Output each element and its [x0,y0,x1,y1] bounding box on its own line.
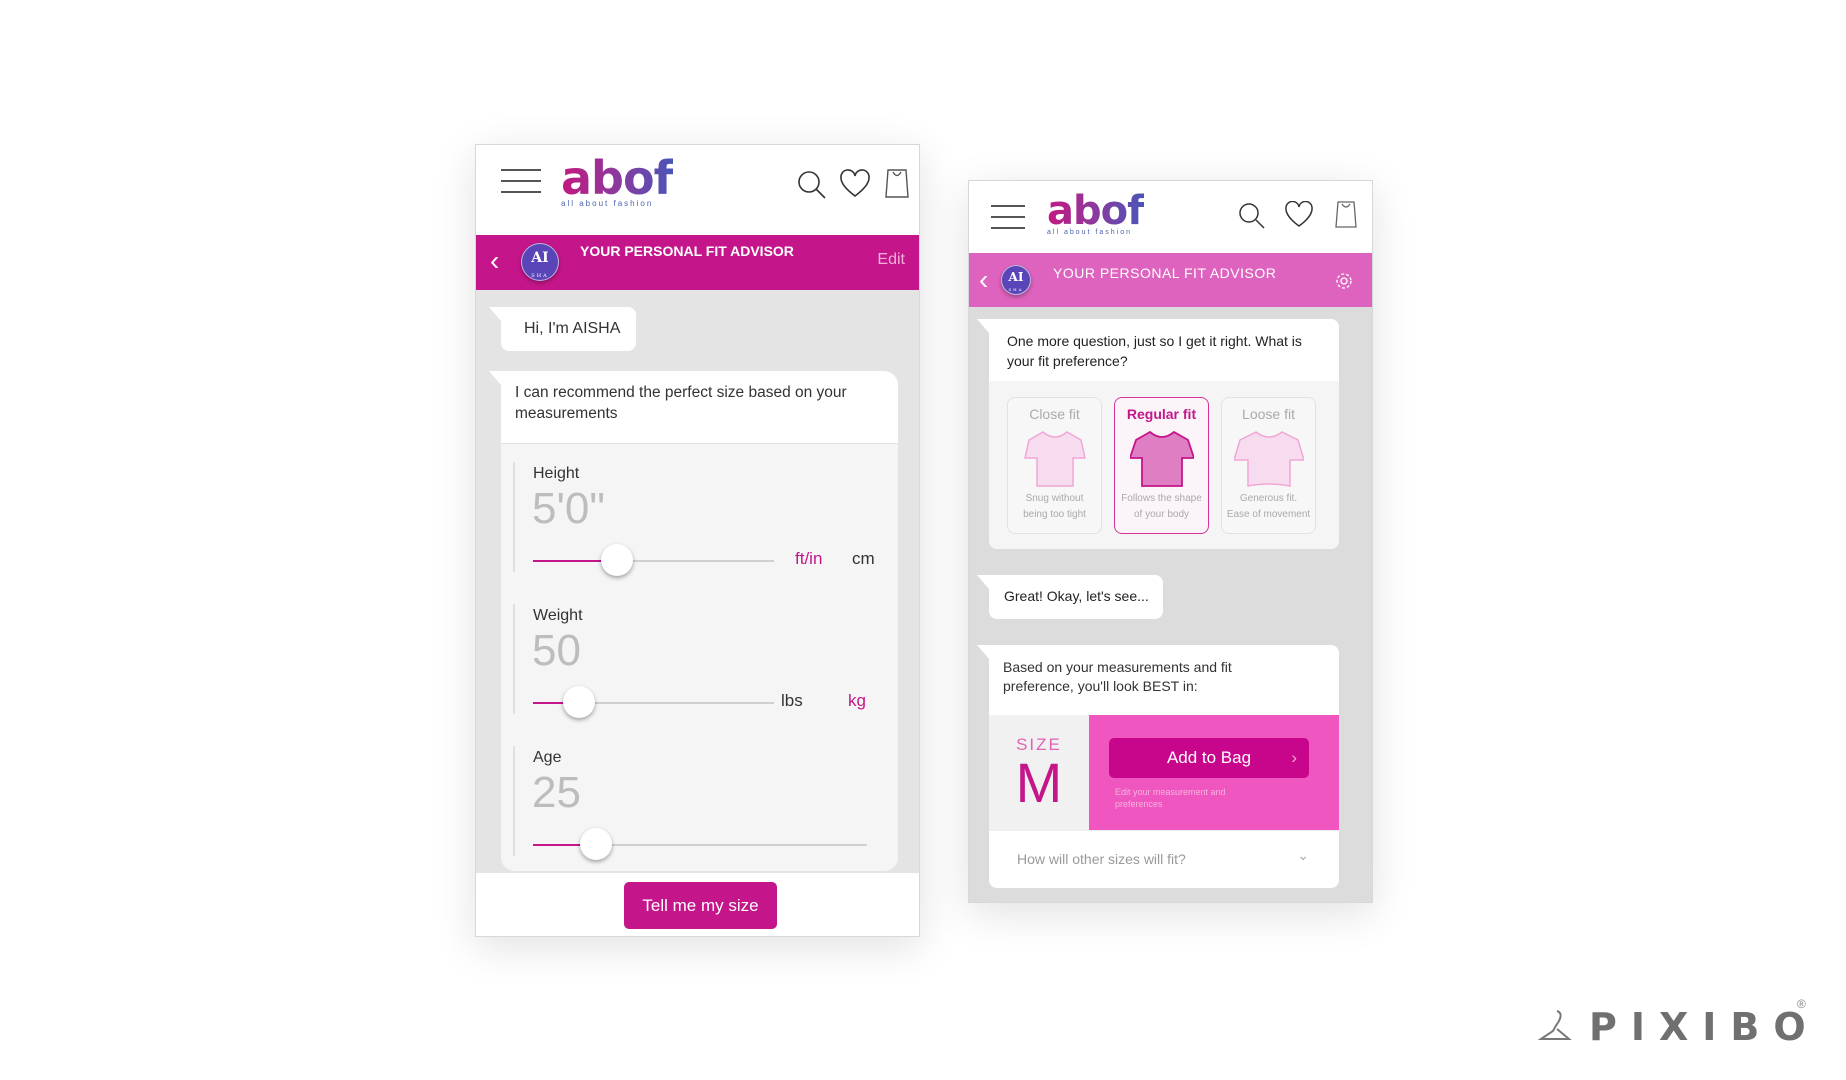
back-icon[interactable]: ‹ [979,266,988,294]
heart-icon[interactable] [839,169,871,199]
brand-logo[interactable]: abof all about fashion [1047,188,1145,236]
chat-area: Hi, I'm AISHA I can recommend the perfec… [476,290,919,873]
height-slider[interactable] [533,544,774,576]
measurement-form: Height 5'0" ft/in cm Weight 50 lbs kg Ag… [501,443,898,871]
menu-icon[interactable] [991,205,1025,229]
chat-bubble-fit-question: One more question, just so I get it righ… [977,319,1339,549]
weight-label: Weight [533,607,583,624]
result-text: Based on your measurements and fit prefe… [1003,659,1232,694]
bag-icon[interactable] [884,167,910,199]
chat-area: One more question, just so I get it righ… [969,307,1372,902]
fit-option-desc: being too tight [1023,508,1086,520]
top-nav: abof all about fashion [476,145,919,235]
back-icon[interactable]: ‹ [490,247,499,275]
tshirt-icon [1023,431,1086,487]
search-icon[interactable] [796,169,828,201]
weight-slider[interactable] [533,686,774,718]
other-sizes-label: How will other sizes will fit? [1017,851,1186,867]
fit-option-close[interactable]: Close fit Snug without being too tight [1007,397,1102,534]
logo-word: abof [1047,188,1145,234]
phone-screen-result: abof all about fashion ‹ AI SHA YOUR PER… [968,180,1373,903]
tshirt-icon [1129,430,1194,487]
other-sizes-accordion[interactable]: How will other sizes will fit? ⌄ [989,830,1339,889]
chevron-right-icon: › [1291,748,1297,767]
fit-option-desc: Snug without [1025,493,1084,504]
heart-icon[interactable] [1284,201,1314,229]
chat-bubble-reply: Great! Okay, let's see... [977,575,1163,619]
unit-kg[interactable]: kg [848,691,866,711]
top-nav: abof all about fashion [969,181,1372,253]
bag-icon[interactable] [1334,199,1358,229]
edit-preferences-link[interactable]: Edit your measurement and preferences [1115,787,1275,810]
age-field: Age 25 [513,746,885,860]
chat-bubble-measurements: I can recommend the perfect size based o… [489,371,898,871]
footer-bar: Tell me my size [476,873,919,936]
logo-word: abof [561,151,674,205]
tshirt-icon [1233,431,1304,487]
chevron-down-icon: ⌄ [1297,847,1309,863]
avatar-sub: SHA [531,273,549,279]
height-slider-thumb[interactable] [601,544,634,576]
chat-bubble-result: Based on your measurements and fit prefe… [977,645,1339,889]
size-actions: Add to Bag › Edit your measurement and p… [1089,715,1339,830]
fit-option-desc: of your body [1133,508,1190,520]
unit-cm[interactable]: cm [852,549,875,569]
fit-option-title: Regular fit [1126,406,1197,422]
fit-option-regular[interactable]: Regular fit Follows the shape of your bo… [1114,397,1209,534]
settings-gear-icon[interactable] [1334,271,1354,291]
fit-option-desc: Follows the shape [1121,493,1202,504]
fit-option-desc: Generous fit. [1239,493,1298,504]
weight-slider-thumb[interactable] [562,686,595,718]
brand-logo[interactable]: abof all about fashion [561,151,674,208]
intro-text: I can recommend the perfect size based o… [515,384,847,422]
weight-field: Weight 50 lbs kg [513,604,885,718]
size-box: SIZE M [989,715,1089,830]
unit-ft-in[interactable]: ft/in [795,549,822,569]
size-value: M [1015,751,1063,814]
height-label: Height [533,465,580,482]
advisor-title: YOUR PERSONAL FIT ADVISOR [1053,265,1277,281]
registered-mark: ® [1797,997,1806,1011]
watermark-text: PIXIBO [1589,1005,1820,1049]
menu-icon[interactable] [501,169,541,193]
reply-text: Great! Okay, let's see... [1004,588,1149,604]
size-result-panel: SIZE M Add to Bag › Edit your measuremen… [989,715,1339,830]
age-slider[interactable] [533,828,867,860]
height-field: Height 5'0" ft/in cm [513,462,885,576]
age-value: 25 [532,768,581,817]
fit-option-title: Close fit [1029,406,1080,422]
weight-value: 50 [532,626,581,675]
avatar-sub: SHA [1008,287,1024,292]
hanger-logo-icon [1537,1010,1572,1040]
logo-tagline: all about fashion [1047,229,1132,236]
fit-option-title: Loose fit [1242,406,1295,422]
age-slider-thumb[interactable] [580,828,613,860]
avatar: AI SHA [521,243,559,281]
avatar: AI SHA [1001,265,1031,295]
advisor-header: ‹ AI SHA YOUR PERSONAL FIT ADVISOR Edit [476,235,919,290]
advisor-title: YOUR PERSONAL FIT ADVISOR [580,243,794,259]
unit-lbs[interactable]: lbs [781,691,803,711]
greeting-text: Hi, I'm AISHA [524,320,621,337]
search-icon[interactable] [1237,201,1267,231]
phone-screen-measurements: abof all about fashion ‹ AI SHA YOUR PER… [475,144,920,937]
advisor-header: ‹ AI SHA YOUR PERSONAL FIT ADVISOR [969,253,1372,307]
fit-option-loose[interactable]: Loose fit Generous fit. Ease of movement [1221,397,1316,534]
height-value: 5'0" [532,484,605,533]
edit-button[interactable]: Edit [877,251,905,269]
fit-option-desc: Ease of movement [1226,508,1311,520]
age-label: Age [533,749,562,766]
add-to-bag-button[interactable]: Add to Bag › [1109,738,1309,778]
fit-question-text: One more question, just so I get it righ… [1007,333,1302,369]
tell-me-my-size-button[interactable]: Tell me my size [624,882,777,929]
add-to-bag-label: Add to Bag [1166,748,1252,767]
chat-bubble-greeting: Hi, I'm AISHA [489,307,636,351]
